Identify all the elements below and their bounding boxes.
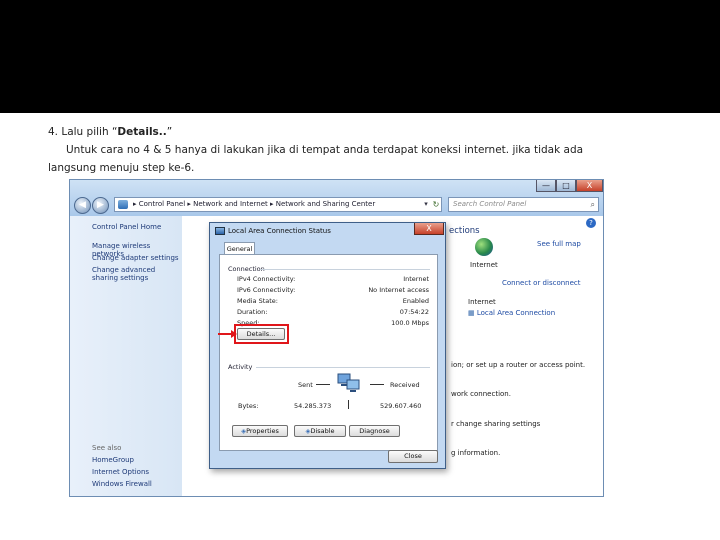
- sidebar-item-homegroup[interactable]: HomeGroup: [92, 456, 182, 464]
- diagnose-button[interactable]: Diagnose: [349, 425, 400, 437]
- sidebar-item-firewall[interactable]: Windows Firewall: [92, 480, 182, 488]
- instruction-note-cont: langsung menuju step ke-6.: [48, 162, 195, 174]
- row-label: Media State:: [237, 297, 278, 305]
- homegroup-sharing-text: r change sharing settings: [451, 420, 541, 428]
- received-label: Received: [390, 381, 420, 389]
- see-full-map-link[interactable]: See full map: [537, 240, 581, 248]
- divider: [348, 400, 349, 409]
- row-value: Internet: [403, 275, 429, 283]
- disable-label: Disable: [310, 427, 335, 435]
- properties-label: Properties: [246, 427, 279, 435]
- see-also-heading: See also: [92, 444, 122, 452]
- bytes-received-value: 529.607.460: [380, 402, 422, 410]
- divider: [316, 384, 330, 385]
- row-label: IPv4 Connectivity:: [237, 275, 296, 283]
- sent-label: Sent: [298, 381, 313, 389]
- dialog-body: Connection IPv4 Connectivity: Internet I…: [219, 254, 438, 451]
- row-label: IPv6 Connectivity:: [237, 286, 296, 294]
- search-input[interactable]: Search Control Panel ⌕: [448, 197, 599, 212]
- close-dialog-button[interactable]: Close: [388, 450, 438, 463]
- row-value: No Internet access: [368, 286, 429, 294]
- window-chrome: — □ X ◀ ▶ ▸ Control Panel ▸ Network and …: [70, 180, 603, 216]
- dialog-close-button[interactable]: X: [414, 223, 444, 235]
- connect-disconnect-link[interactable]: Connect or disconnect: [502, 279, 581, 287]
- connect-network-text: work connection.: [451, 390, 511, 398]
- internet-label: Internet: [470, 261, 498, 269]
- step-bold: Details..: [117, 126, 167, 138]
- network-adapter-icon: ▦: [468, 309, 477, 317]
- slide: 4. Lalu pilih “Details..” Untuk cara no …: [0, 0, 720, 540]
- bytes-sent-value: 54.285.373: [294, 402, 332, 410]
- instructions: 4. Lalu pilih “Details..” Untuk cara no …: [48, 123, 668, 177]
- sidebar-item-sharing[interactable]: Change advanced sharing settings: [92, 266, 180, 282]
- local-area-connection-link[interactable]: ▦ Local Area Connection: [468, 309, 555, 317]
- sidebar: Control Panel Home Manage wireless netwo…: [70, 216, 182, 496]
- search-icon[interactable]: ⌕: [591, 198, 595, 211]
- access-type-value: Internet: [468, 298, 496, 306]
- connection-status-dialog: Local Area Connection Status X General C…: [209, 222, 446, 469]
- disable-button[interactable]: ◈Disable: [294, 425, 346, 437]
- search-placeholder: Search Control Panel: [453, 200, 527, 208]
- sidebar-item-home[interactable]: Control Panel Home: [92, 223, 182, 231]
- row-value: 07:54:22: [399, 308, 429, 316]
- row-label: Duration:: [237, 308, 268, 316]
- forward-button[interactable]: ▶: [92, 197, 109, 214]
- connection-link-label: Local Area Connection: [476, 309, 556, 317]
- network-activity-icon: [337, 373, 360, 392]
- address-path: ▸ Control Panel ▸ Network and Internet ▸…: [133, 200, 376, 208]
- divider: [260, 269, 430, 270]
- setup-connection-text: ion; or set up a router or access point.: [451, 361, 586, 369]
- network-icon: [215, 227, 225, 235]
- address-bar[interactable]: ▸ Control Panel ▸ Network and Internet ▸…: [114, 197, 442, 212]
- arrow-head-icon: [231, 330, 237, 338]
- row-value: Enabled: [402, 297, 429, 305]
- connections-heading: ections: [449, 226, 480, 236]
- divider: [256, 367, 430, 368]
- instruction-note: Untuk cara no 4 & 5 hanya di lakukan jik…: [66, 144, 584, 156]
- instruction-step: 4. Lalu pilih “Details..”: [48, 123, 668, 141]
- divider: [370, 384, 384, 385]
- help-icon[interactable]: ?: [586, 218, 596, 228]
- close-button[interactable]: X: [576, 180, 603, 192]
- refresh-icon[interactable]: ↻: [429, 197, 443, 212]
- step-suffix: ”: [166, 126, 173, 138]
- sidebar-item-adapter[interactable]: Change adapter settings: [92, 254, 182, 262]
- back-button[interactable]: ◀: [74, 197, 91, 214]
- row-value: 100.0 Mbps: [391, 319, 429, 327]
- globe-icon: [475, 238, 493, 256]
- dialog-title: Local Area Connection Status: [228, 227, 331, 235]
- maximize-button[interactable]: □: [556, 180, 576, 192]
- control-panel-icon: [118, 200, 128, 209]
- properties-button[interactable]: ◈Properties: [232, 425, 288, 437]
- highlight-box: [234, 324, 289, 344]
- title-bar-band: [0, 0, 720, 113]
- minimize-button[interactable]: —: [536, 180, 556, 192]
- bytes-label: Bytes:: [238, 402, 259, 410]
- activity-section-label: Activity: [228, 363, 253, 371]
- troubleshoot-text: g information.: [451, 449, 501, 457]
- sidebar-item-internet-options[interactable]: Internet Options: [92, 468, 182, 476]
- step-prefix: 4. Lalu pilih “: [48, 126, 118, 138]
